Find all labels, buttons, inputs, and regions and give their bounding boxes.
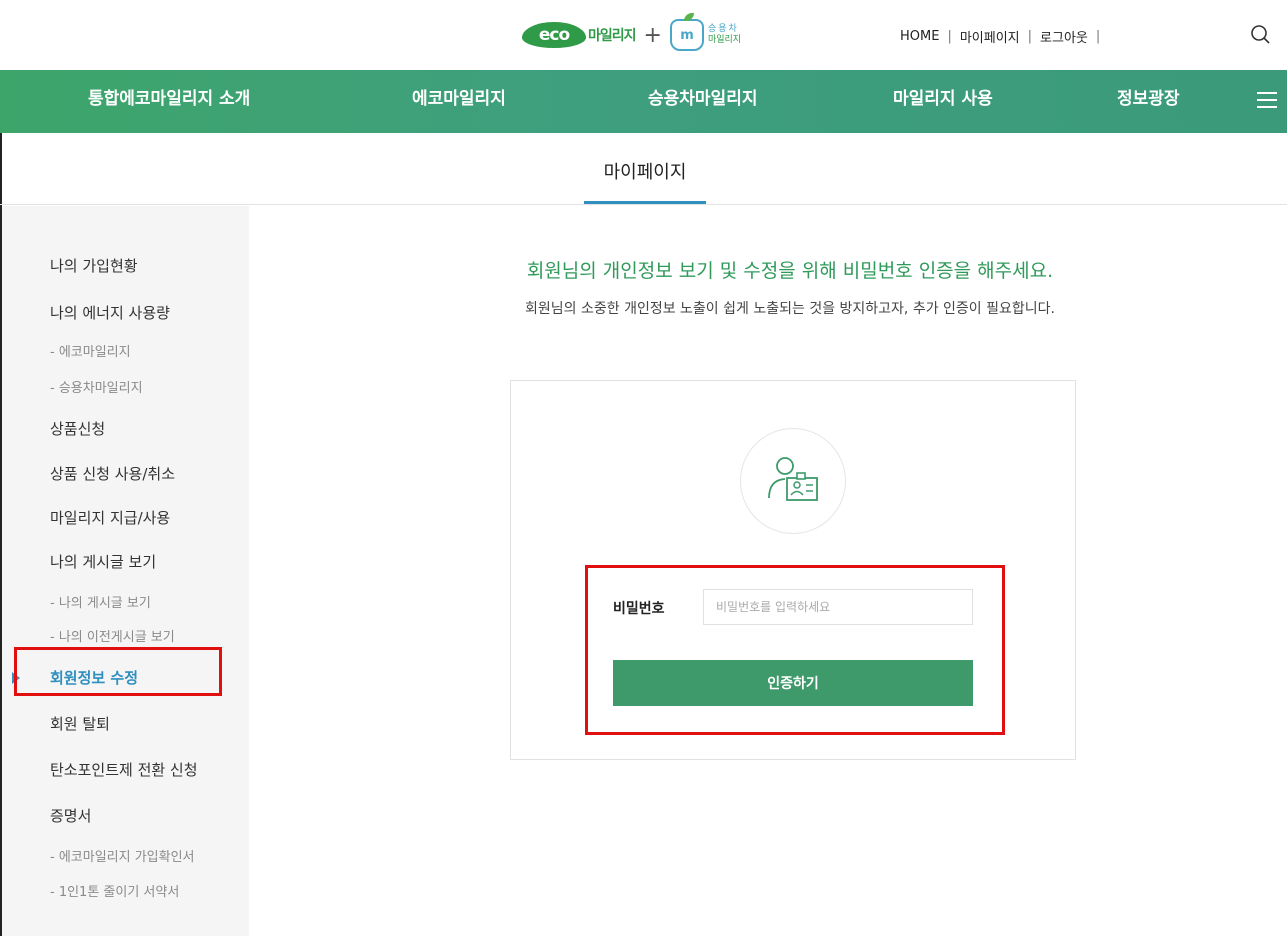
sidebar-subitem-membership-cert[interactable]: - 에코마일리지 가입확인서 — [50, 846, 195, 865]
car-logo-line2: 마일리지 — [707, 35, 742, 45]
site-logo[interactable]: eco 마일리지 + m 승용차 마일리지 — [522, 13, 741, 56]
page-title: 마이페이지 — [603, 162, 687, 183]
highlight-box-sidebar — [14, 647, 222, 696]
sidebar-item-mileage-payment[interactable]: 마일리지 지급/사용 — [50, 507, 170, 528]
util-separator: | — [947, 29, 952, 44]
util-separator: | — [1095, 29, 1101, 44]
eco-logo-badge: eco — [522, 22, 586, 48]
sidebar-item-certificate[interactable]: 증명서 — [50, 805, 91, 826]
sidebar-subitem-car-mileage[interactable]: - 승용차마일리지 — [50, 377, 143, 396]
sidebar-item-withdraw[interactable]: 회원 탈퇴 — [50, 713, 110, 734]
car-mileage-logo-icon: m — [669, 13, 704, 51]
util-separator: | — [1027, 29, 1033, 44]
user-id-card-icon — [740, 428, 846, 534]
sidebar-subitem-previous-posts[interactable]: - 나의 이전게시글 보기 — [50, 626, 175, 645]
search-icon[interactable] — [1250, 24, 1272, 46]
top-bar: eco 마일리지 + m 승용차 마일리지 HOME | 마이페이지 | 로그아… — [0, 0, 1287, 70]
highlight-box-form — [585, 565, 1005, 735]
page-title-bar: 마이페이지 — [0, 133, 1287, 205]
nav-item-eco-mileage[interactable]: 에코마일리지 — [412, 70, 506, 133]
logout-link[interactable]: 로그아웃 — [1040, 27, 1088, 46]
sidebar-item-membership-status[interactable]: 나의 가입현황 — [50, 255, 138, 276]
sidebar-item-product-apply[interactable]: 상품신청 — [50, 418, 105, 439]
sidebar-item-carbon-point[interactable]: 탄소포인트제 전환 신청 — [50, 759, 198, 780]
hamburger-menu-icon[interactable] — [1257, 92, 1277, 110]
nav-item-car-mileage[interactable]: 승용차마일리지 — [648, 70, 757, 133]
main-nav: 통합에코마일리지 소개 에코마일리지 승용차마일리지 마일리지 사용 정보광장 — [0, 70, 1287, 133]
car-logo-badge: m — [680, 27, 694, 43]
home-link[interactable]: HOME — [900, 29, 939, 44]
leaf-icon — [683, 13, 694, 21]
logo-plus: + — [643, 22, 662, 48]
eco-logo-text: 마일리지 — [588, 28, 637, 44]
nav-item-info-plaza[interactable]: 정보광장 — [1117, 70, 1180, 133]
car-logo-text: 승용차 마일리지 — [708, 24, 741, 46]
car-logo-line1: 승용차 — [707, 24, 739, 34]
sidebar-item-product-use-cancel[interactable]: 상품 신청 사용/취소 — [50, 463, 175, 484]
sidebar-subitem-my-posts[interactable]: - 나의 게시글 보기 — [50, 592, 151, 611]
auth-subheading: 회원님의 소중한 개인정보 노출이 쉽게 노출되는 것을 방지하고자, 추가 인… — [525, 301, 1055, 317]
sidebar-item-my-posts[interactable]: 나의 게시글 보기 — [50, 551, 156, 572]
utility-links: HOME | 마이페이지 | 로그아웃 | — [900, 27, 1100, 46]
sidebar-item-energy-usage[interactable]: 나의 에너지 사용량 — [50, 302, 170, 323]
sidebar-subitem-pledge[interactable]: - 1인1톤 줄이기 서약서 — [50, 881, 179, 900]
nav-item-intro[interactable]: 통합에코마일리지 소개 — [88, 70, 250, 133]
auth-heading: 회원님의 개인정보 보기 및 수정을 위해 비밀번호 인증을 해주세요. — [526, 260, 1054, 282]
sidebar-subitem-eco-mileage[interactable]: - 에코마일리지 — [50, 341, 131, 360]
mypage-link[interactable]: 마이페이지 — [960, 27, 1020, 46]
title-underline — [584, 201, 706, 204]
nav-item-mileage-use[interactable]: 마일리지 사용 — [893, 70, 993, 133]
